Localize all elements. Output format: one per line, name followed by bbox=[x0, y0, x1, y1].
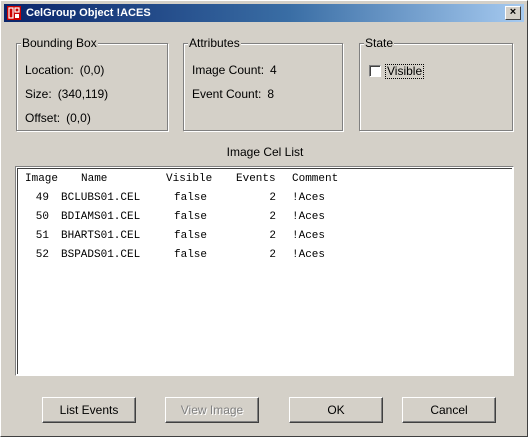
list-events-button[interactable]: List Events bbox=[42, 397, 136, 423]
image-count-value: 4 bbox=[270, 63, 277, 77]
column-header-name: Name bbox=[81, 173, 108, 185]
column-header-events: Events bbox=[236, 173, 276, 185]
column-header-visible: Visible bbox=[166, 173, 213, 185]
row-comment: !Aces bbox=[292, 230, 326, 242]
row-name: BDIAMS01.CEL bbox=[61, 211, 141, 223]
size-value: (340,119) bbox=[57, 87, 109, 101]
image-count-label: Image Count: bbox=[192, 63, 265, 77]
bounding-box-label: Bounding Box bbox=[21, 36, 98, 50]
row-comment: !Aces bbox=[292, 249, 326, 261]
row-comment: !Aces bbox=[292, 192, 326, 204]
column-header-image: Image bbox=[25, 173, 59, 185]
row-visible: false bbox=[174, 192, 208, 204]
location-label: Location: bbox=[25, 63, 74, 77]
state-group: State Visible bbox=[359, 36, 513, 131]
size-label: Size: bbox=[25, 87, 52, 101]
row-name: BCLUBS01.CEL bbox=[61, 192, 141, 204]
row-image: 49 bbox=[35, 192, 49, 204]
row-events: 2 bbox=[269, 192, 276, 204]
size-field: Size: (340,119) bbox=[25, 87, 108, 101]
list-item[interactable]: 49 BCLUBS01.CEL false 2 !Aces bbox=[18, 189, 515, 208]
offset-value: (0,0) bbox=[66, 111, 91, 125]
cancel-button[interactable]: Cancel bbox=[402, 397, 496, 423]
image-cel-list[interactable]: Image Name Visible Events Comment 49 BCL… bbox=[15, 166, 514, 376]
list-item[interactable]: 52 BSPADS01.CEL false 2 !Aces bbox=[18, 246, 515, 265]
column-header-comment: Comment bbox=[292, 173, 339, 185]
event-count-field: Event Count: 8 bbox=[192, 87, 274, 101]
row-image: 51 bbox=[35, 230, 49, 242]
image-count-field: Image Count: 4 bbox=[192, 63, 277, 77]
list-viewport: Image Name Visible Events Comment 49 BCL… bbox=[17, 168, 512, 374]
row-image: 50 bbox=[35, 211, 49, 223]
list-item[interactable]: 50 BDIAMS01.CEL false 2 !Aces bbox=[18, 208, 515, 227]
row-visible: false bbox=[174, 211, 208, 223]
close-button[interactable]: × bbox=[505, 6, 521, 20]
attributes-group: Attributes Image Count: 4 Event Count: 8 bbox=[183, 36, 343, 131]
location-field: Location: (0,0) bbox=[25, 63, 104, 77]
app-icon bbox=[7, 6, 21, 20]
window-title: CelGroup Object !ACES bbox=[26, 7, 151, 19]
close-icon: × bbox=[509, 6, 517, 18]
row-name: BHARTS01.CEL bbox=[61, 230, 141, 242]
list-item[interactable]: 51 BHARTS01.CEL false 2 !Aces bbox=[18, 227, 515, 246]
attributes-label: Attributes bbox=[188, 36, 241, 50]
row-name: BSPADS01.CEL bbox=[61, 249, 141, 261]
state-label: State bbox=[364, 36, 395, 50]
list-title: Image Cel List bbox=[226, 145, 304, 159]
bounding-box-group: Bounding Box Location: (0,0) Size: (340,11… bbox=[16, 36, 168, 131]
row-visible: false bbox=[174, 230, 208, 242]
location-value: (0,0) bbox=[79, 63, 105, 77]
event-count-label: Event Count: bbox=[192, 87, 262, 101]
offset-label: Offset: bbox=[25, 111, 61, 125]
dialog-window: CelGroup Object !ACES × Bounding Box Loc… bbox=[0, 0, 528, 437]
offset-field: Offset: (0,0) bbox=[25, 111, 91, 125]
visible-checkbox[interactable] bbox=[369, 65, 381, 77]
ok-button[interactable]: OK bbox=[289, 397, 383, 423]
row-events: 2 bbox=[269, 230, 276, 242]
row-events: 2 bbox=[269, 211, 276, 223]
view-image-button[interactable]: View Image bbox=[165, 397, 259, 423]
event-count-value: 8 bbox=[267, 87, 275, 101]
row-visible: false bbox=[174, 249, 208, 261]
list-header-row: Image Name Visible Events Comment bbox=[18, 170, 515, 189]
row-events: 2 bbox=[269, 249, 276, 261]
title-bar[interactable]: CelGroup Object !ACES × bbox=[4, 4, 524, 22]
row-comment: !Aces bbox=[292, 211, 326, 223]
row-image: 52 bbox=[35, 249, 49, 261]
visible-checkbox-label[interactable]: Visible bbox=[385, 64, 425, 79]
